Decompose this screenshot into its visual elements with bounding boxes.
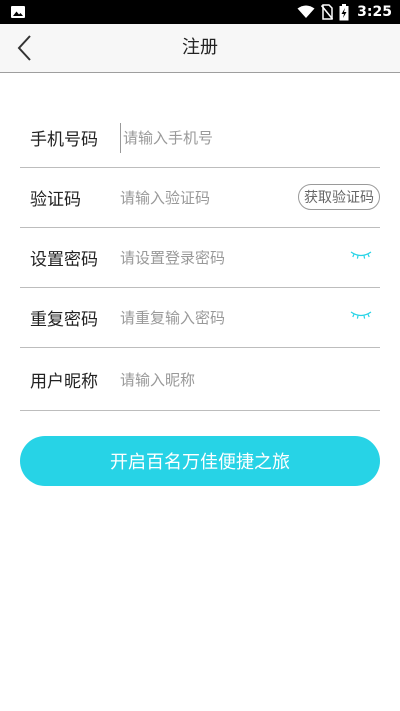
password-row: 设置密码 [20, 228, 380, 288]
password-input[interactable] [120, 243, 290, 273]
repeat-password-label: 重复密码 [30, 310, 98, 330]
code-input[interactable] [120, 183, 290, 213]
image-icon [11, 6, 25, 18]
page-title: 注册 [182, 37, 218, 58]
register-form: 手机号码 验证码 获取验证码 设置密码 重复密码 用户昵称 [20, 108, 380, 411]
password-label: 设置密码 [30, 250, 98, 270]
code-label: 验证码 [30, 190, 81, 210]
phone-label: 手机号码 [30, 130, 98, 150]
eye-closed-icon[interactable] [350, 249, 372, 263]
status-time: 3:25 [357, 4, 392, 20]
code-row: 验证码 获取验证码 [20, 168, 380, 228]
phone-input[interactable] [120, 123, 293, 153]
nickname-row: 用户昵称 [20, 348, 380, 411]
wifi-icon [297, 5, 315, 18]
battery-charging-icon [339, 3, 349, 20]
status-bar: 3:25 [0, 0, 400, 24]
eye-closed-icon[interactable] [350, 309, 372, 323]
repeat-password-row: 重复密码 [20, 288, 380, 348]
get-code-button[interactable]: 获取验证码 [298, 184, 380, 210]
status-icons: 3:25 [297, 0, 392, 24]
no-sim-icon [321, 4, 334, 20]
app-header: 注册 [0, 24, 400, 73]
nickname-input[interactable] [120, 365, 290, 395]
register-submit-button[interactable]: 开启百名万佳便捷之旅 [20, 436, 380, 486]
nickname-label: 用户昵称 [30, 371, 98, 392]
phone-row: 手机号码 [20, 108, 380, 168]
repeat-password-input[interactable] [120, 303, 290, 333]
